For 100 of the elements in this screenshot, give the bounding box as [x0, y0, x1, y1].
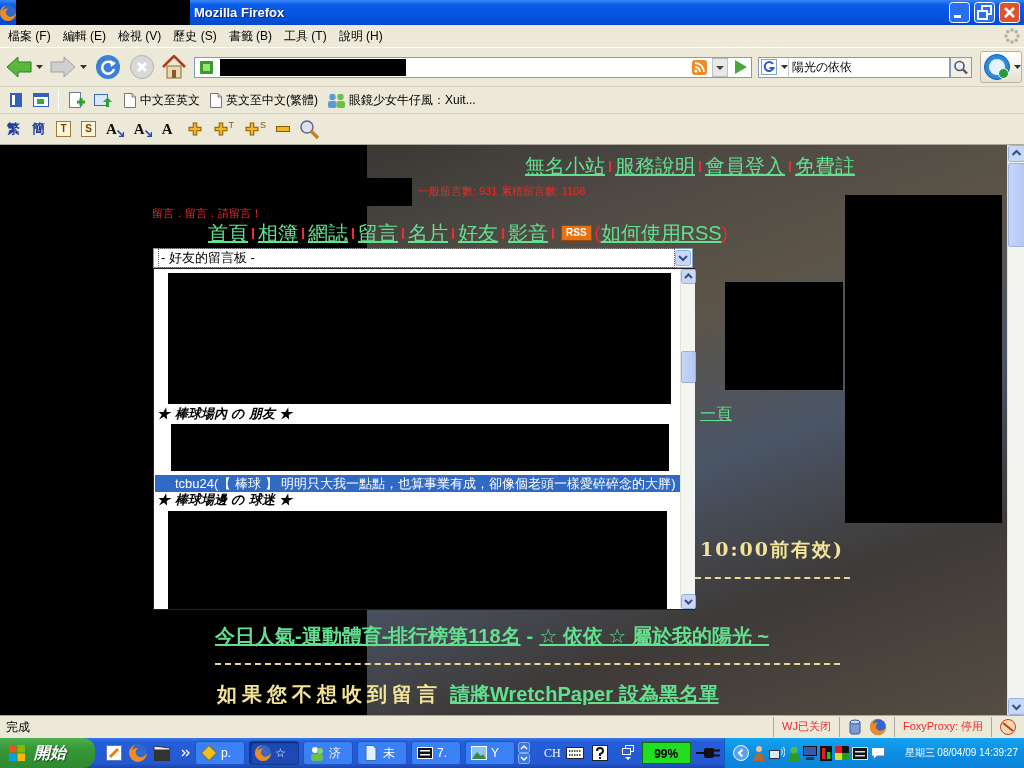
- scrollbar-track[interactable]: [680, 269, 695, 609]
- scroll-down-button[interactable]: [1008, 698, 1024, 715]
- nav-link[interactable]: 名片: [408, 221, 448, 245]
- board-select[interactable]: - 好友的留言板 -: [153, 248, 693, 268]
- taskbar-button[interactable]: p.: [195, 741, 245, 765]
- toolbar-button[interactable]: T: [212, 121, 235, 137]
- toolbar-button[interactable]: S: [244, 121, 267, 137]
- taskbar-button[interactable]: ☆: [249, 741, 299, 765]
- book-icon[interactable]: [8, 92, 24, 108]
- taskbar-button[interactable]: 7.: [411, 741, 461, 765]
- magnifier-icon[interactable]: [300, 119, 320, 139]
- speech-bubble-icon[interactable]: [870, 746, 885, 760]
- home-button[interactable]: [162, 55, 186, 79]
- window-restore-icon[interactable]: [621, 745, 634, 761]
- feed-icon[interactable]: [692, 59, 707, 75]
- nav-link[interactable]: 相簿: [258, 221, 298, 245]
- nav-link[interactable]: 留言: [358, 221, 398, 245]
- start-button[interactable]: 開始: [0, 738, 95, 768]
- site-link[interactable]: 會員登入: [705, 155, 785, 178]
- menu-item[interactable]: 說明 (H): [332, 26, 389, 46]
- plug-icon[interactable]: [695, 745, 720, 761]
- dropdown-button[interactable]: [712, 57, 728, 77]
- taskbar-button[interactable]: 未: [357, 741, 407, 765]
- search-button[interactable]: [950, 56, 972, 78]
- nav-link[interactable]: 首頁: [208, 221, 248, 245]
- caret-icon[interactable]: [80, 65, 87, 69]
- search-engine-button[interactable]: [758, 56, 788, 78]
- network-icon[interactable]: [768, 746, 785, 760]
- menu-item[interactable]: 編輯 (E): [56, 26, 112, 46]
- minus-icon[interactable]: [276, 126, 291, 132]
- status-indicator[interactable]: WJ已关闭: [782, 720, 831, 734]
- menu-item[interactable]: 工具 (T): [278, 26, 333, 46]
- nav-link[interactable]: 影音: [508, 221, 548, 245]
- cylinder-icon[interactable]: [847, 719, 862, 735]
- go-button[interactable]: [734, 59, 748, 75]
- color-squares-icon[interactable]: [834, 746, 849, 760]
- rss-help-link[interactable]: 如何使用RSS: [600, 221, 722, 245]
- next-page-link[interactable]: 一頁: [700, 405, 732, 422]
- up-down-arrows-icon[interactable]: [518, 742, 530, 764]
- search-field[interactable]: 陽光の依依: [788, 56, 950, 78]
- clapperboard-icon[interactable]: [153, 744, 171, 762]
- reload-button[interactable]: [96, 55, 120, 79]
- minimize-button[interactable]: [949, 2, 970, 23]
- menu-item[interactable]: 檔案 (F): [2, 26, 57, 46]
- toolbar-button[interactable]: [980, 51, 1022, 83]
- toolbar-button[interactable]: A: [106, 121, 124, 137]
- list-option[interactable]: tcbu24(【 棒球 】 明明只大我一點點，也算事業有成，卻像個老頭一樣愛碎碎念的大胖): [155, 475, 680, 492]
- taskbar-button[interactable]: 济: [303, 741, 353, 765]
- globe-icon[interactable]: [869, 719, 886, 735]
- site-link[interactable]: 免費註: [795, 155, 855, 178]
- keyboard-icon[interactable]: [565, 747, 584, 759]
- toolbar-button[interactable]: 繁: [6, 121, 21, 137]
- close-button[interactable]: [999, 2, 1020, 23]
- scroll-up-button[interactable]: [1008, 145, 1024, 162]
- toolbar-button[interactable]: A: [161, 121, 173, 137]
- ranking-link[interactable]: ☆ 依依 ☆ 屬於我的陽光 ~: [539, 625, 770, 648]
- restore-button[interactable]: [974, 2, 995, 23]
- nav-link[interactable]: 網誌: [308, 221, 348, 245]
- scrollbar-thumb[interactable]: [681, 351, 696, 383]
- group-heading: ★ 棒球場內 の 朋友 ★: [156, 406, 294, 421]
- toolbar-button[interactable]: T: [56, 121, 71, 137]
- expand-chevron-icon[interactable]: [732, 745, 749, 761]
- nav-link[interactable]: 好友: [458, 221, 498, 245]
- double-chevron-icon[interactable]: [181, 749, 190, 757]
- scroll-up-button[interactable]: [681, 269, 696, 284]
- globe-icon: [255, 745, 271, 761]
- menu-item[interactable]: 檢視 (V): [112, 26, 168, 46]
- status-indicator[interactable]: FoxyProxy: 停用: [902, 720, 983, 734]
- window-arrow-icon[interactable]: [94, 92, 112, 108]
- toolbar-button[interactable]: A: [133, 121, 152, 137]
- clock: 星期三 08/04/09 14:39:27: [904, 747, 1019, 759]
- help-icon[interactable]: [591, 745, 608, 761]
- page-plus-icon[interactable]: [68, 92, 85, 108]
- scroll-down-button[interactable]: [681, 594, 696, 609]
- bar-meter-icon[interactable]: [819, 745, 832, 761]
- page-scrollbar[interactable]: [1007, 145, 1024, 715]
- scrollbar-thumb[interactable]: [1008, 163, 1024, 247]
- caret-icon[interactable]: [36, 65, 43, 69]
- plus-icon[interactable]: [186, 121, 203, 137]
- dropdown-list[interactable]: ★ 棒球場內 の 朋友 ★ tcbu24(【 棒球 】 明明只大我一點點，也算事業有成，卻像個老頭一樣愛碎碎念的大胖) ★ 棒球場邊 の 球迷 ★: [153, 268, 695, 610]
- bookmark-link[interactable]: 英文至中文(繁體): [222, 90, 322, 110]
- status-text: 完成: [6, 719, 30, 735]
- bookmark-link[interactable]: 眼鏡少女牛仔風：Xuit...: [345, 90, 480, 110]
- toolbar-button[interactable]: 簡: [31, 121, 46, 137]
- window-icon[interactable]: [33, 92, 49, 108]
- taskbar-button[interactable]: Y: [465, 741, 515, 765]
- toolbar-button[interactable]: S: [81, 121, 96, 137]
- panel-icon[interactable]: [851, 746, 868, 760]
- computer-icon[interactable]: [802, 746, 817, 760]
- prohibited-icon[interactable]: [1000, 719, 1016, 735]
- pencil-note-icon[interactable]: [105, 744, 123, 762]
- bookmark-link[interactable]: 中文至英文: [136, 90, 204, 110]
- language-indicator[interactable]: CH: [544, 745, 561, 761]
- site-link[interactable]: 無名小站: [525, 155, 605, 178]
- menu-item[interactable]: 歷史 (S): [167, 26, 223, 46]
- menu-item[interactable]: 書籤 (B): [222, 26, 279, 46]
- blacklist-link[interactable]: 請將WretchPaper 設為黑名單: [450, 683, 719, 705]
- site-link[interactable]: 服務說明: [615, 155, 695, 178]
- globe-icon[interactable]: [129, 744, 147, 762]
- address-field[interactable]: [194, 56, 752, 78]
